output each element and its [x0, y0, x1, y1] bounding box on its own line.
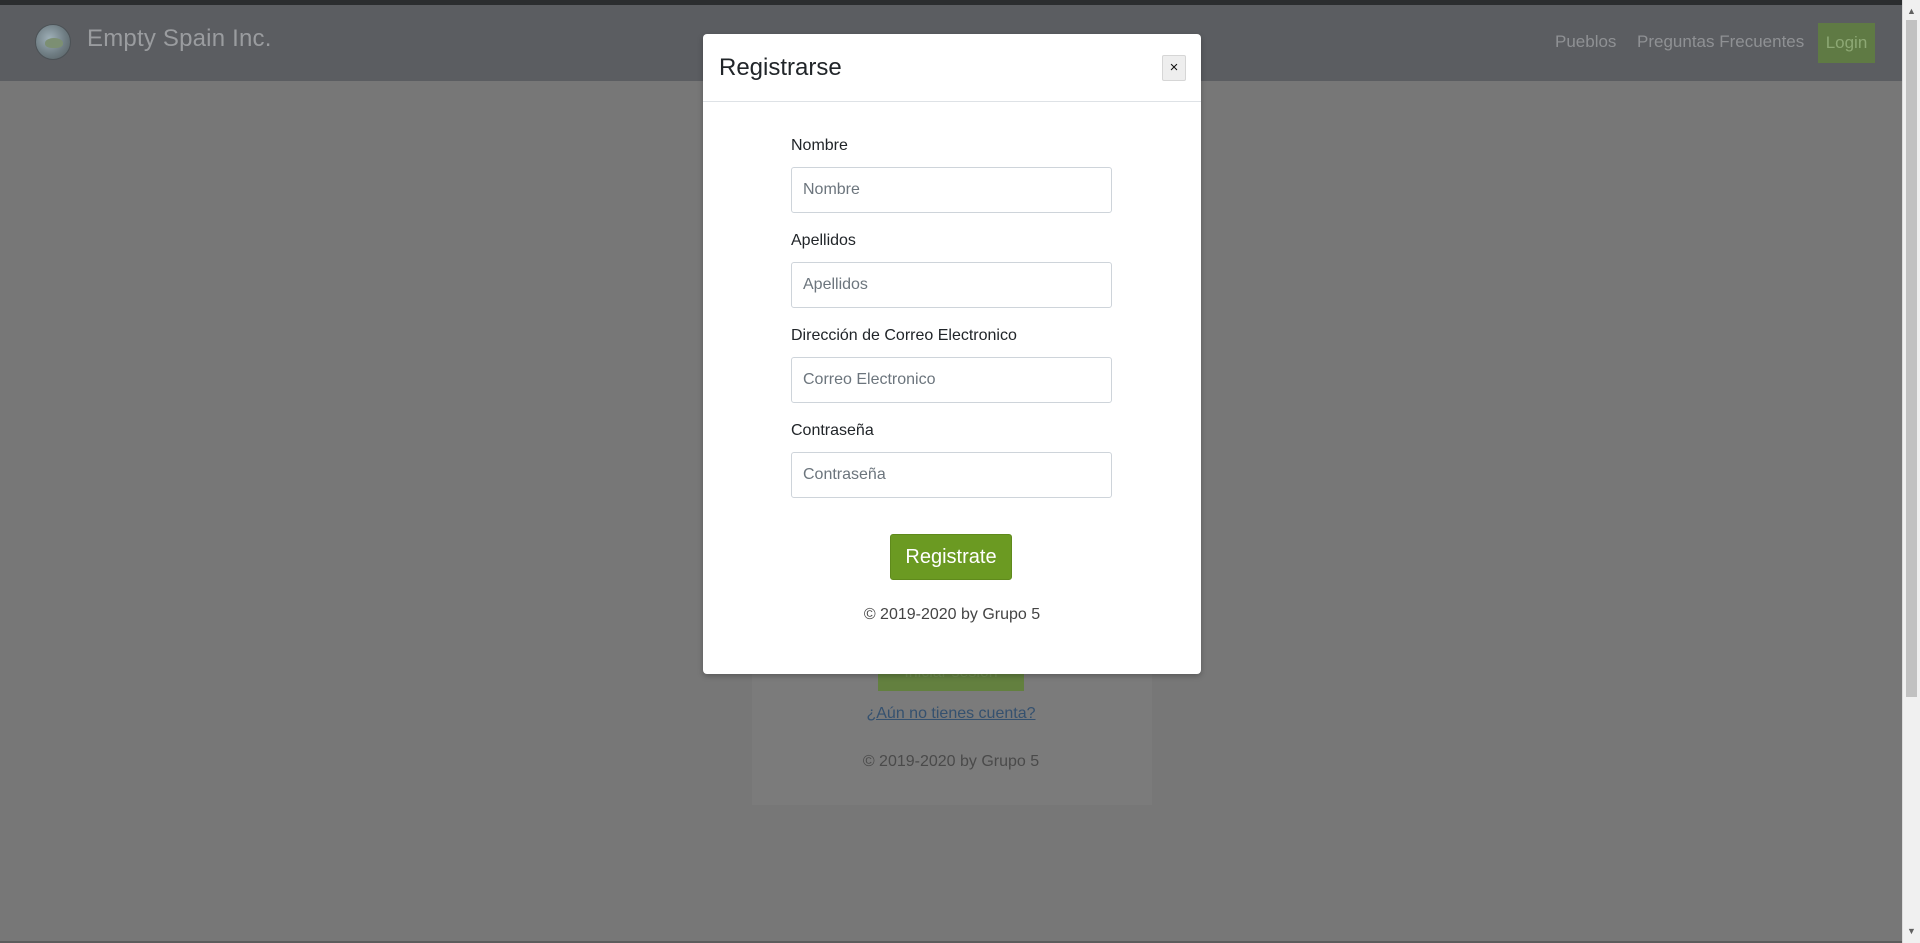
- modal-title: Registrarse: [719, 54, 842, 81]
- nav-link-preguntas-frecuentes[interactable]: Preguntas Frecuentes: [1637, 32, 1804, 52]
- nombre-label: Nombre: [791, 137, 848, 154]
- login-button[interactable]: Login: [1818, 23, 1875, 63]
- modal-header: Registrarse ×: [703, 34, 1201, 102]
- email-input[interactable]: [791, 357, 1112, 403]
- register-button[interactable]: Registrate: [890, 534, 1012, 580]
- scroll-up-arrow-icon[interactable]: ▲: [1903, 3, 1920, 20]
- brand-name[interactable]: Empty Spain Inc.: [87, 25, 272, 53]
- background-copyright: © 2019-2020 by Grupo 5: [862, 753, 1040, 770]
- modal-copyright: © 2019-2020 by Grupo 5: [863, 606, 1041, 623]
- password-label: Contraseña: [791, 422, 874, 439]
- scroll-down-arrow-icon[interactable]: ▼: [1903, 923, 1920, 940]
- apellidos-input[interactable]: [791, 262, 1112, 308]
- password-input[interactable]: [791, 452, 1112, 498]
- email-label: Dirección de Correo Electronico: [791, 327, 1017, 344]
- brand-logo[interactable]: [35, 24, 71, 60]
- page-scrollbar[interactable]: ▲ ▼: [1902, 0, 1920, 943]
- scrollbar-thumb[interactable]: [1906, 20, 1917, 697]
- nav-link-pueblos[interactable]: Pueblos: [1555, 32, 1616, 52]
- apellidos-label: Apellidos: [791, 232, 856, 249]
- no-account-link: ¿Aún no tienes cuenta?: [866, 705, 1036, 722]
- nombre-input[interactable]: [791, 167, 1112, 213]
- close-button[interactable]: ×: [1162, 55, 1186, 81]
- register-modal: Registrarse × Nombre Apellidos Dirección…: [703, 34, 1201, 674]
